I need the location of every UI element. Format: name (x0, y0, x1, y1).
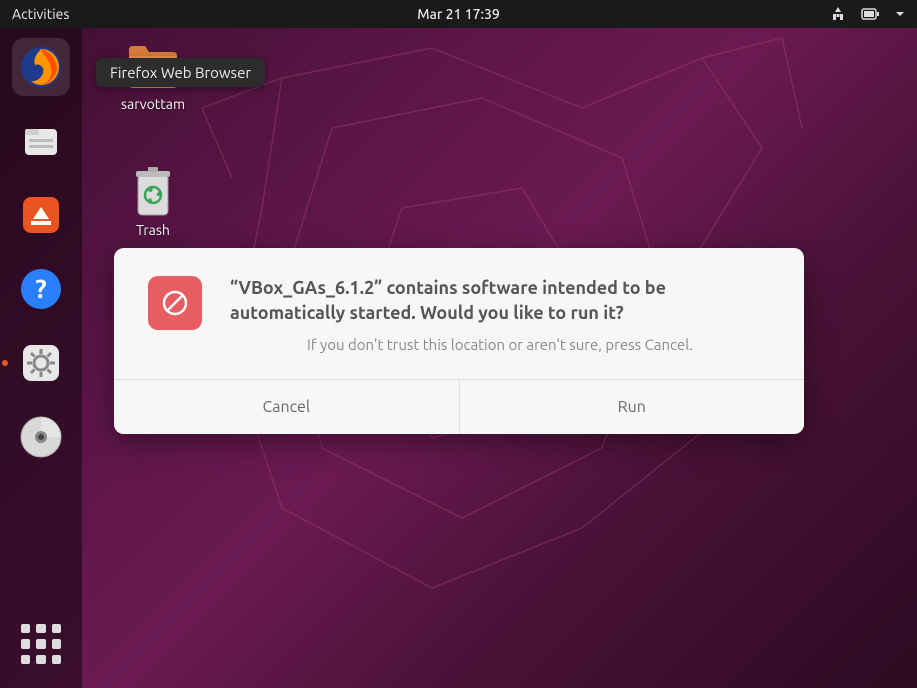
desktop-trash[interactable]: Trash (108, 166, 198, 238)
desktop-icon-label: sarvottam (108, 96, 198, 112)
trash-icon (125, 166, 181, 216)
autorun-dialog: “VBox_GAs_6.1.2” contains software inten… (114, 248, 804, 434)
dialog-button-row: Cancel Run (114, 379, 804, 434)
desktop-icon-label: Trash (108, 222, 198, 238)
dock-settings[interactable] (12, 334, 70, 392)
svg-text:?: ? (35, 274, 46, 303)
clock[interactable]: Mar 21 17:39 (417, 6, 500, 22)
help-icon: ? (19, 267, 63, 311)
tooltip: Firefox Web Browser (96, 58, 265, 87)
system-tray[interactable] (829, 5, 905, 23)
battery-icon[interactable] (861, 7, 881, 21)
top-bar: Activities Mar 21 17:39 (0, 0, 917, 28)
dock-help[interactable]: ? (12, 260, 70, 318)
run-button[interactable]: Run (460, 380, 805, 434)
running-indicator (2, 360, 8, 366)
dialog-subtitle: If you don't trust this location or aren… (230, 336, 770, 353)
dock-software[interactable] (12, 186, 70, 244)
activities-button[interactable]: Activities (12, 6, 69, 22)
dock-files[interactable] (12, 112, 70, 170)
firefox-icon (19, 45, 63, 89)
warning-icon (148, 276, 202, 330)
chevron-down-icon[interactable] (895, 9, 905, 19)
dock-firefox[interactable] (12, 38, 70, 96)
dock-disc[interactable] (12, 408, 70, 466)
cancel-button[interactable]: Cancel (114, 380, 460, 434)
dock: ? (0, 28, 82, 688)
disc-icon (19, 415, 63, 459)
settings-icon (19, 341, 63, 385)
software-icon (19, 193, 63, 237)
dialog-title: “VBox_GAs_6.1.2” contains software inten… (230, 276, 770, 326)
show-applications-button[interactable] (21, 624, 61, 664)
files-icon (19, 119, 63, 163)
network-icon[interactable] (829, 5, 847, 23)
